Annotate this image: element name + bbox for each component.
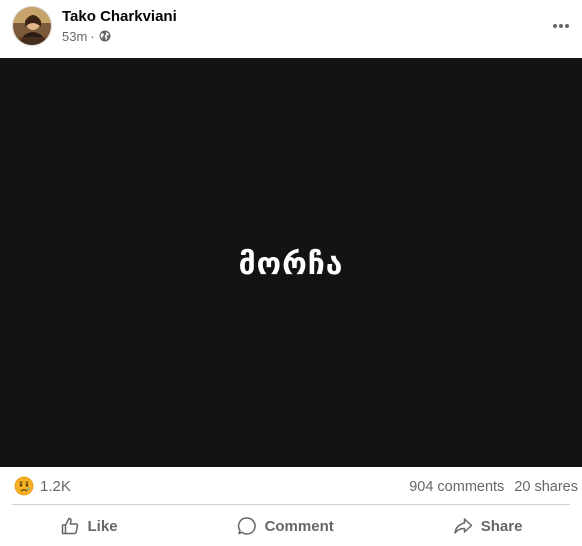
share-icon bbox=[453, 516, 473, 536]
post-header: Tako Charkviani 53m · bbox=[0, 0, 582, 58]
post-time[interactable]: 53m bbox=[62, 29, 87, 44]
post-card: Tako Charkviani 53m · მორჩა 1.2K 904 com… bbox=[0, 0, 582, 546]
post-actions: Like Comment Share bbox=[0, 506, 582, 546]
thumbs-up-icon bbox=[60, 516, 80, 536]
like-button[interactable]: Like bbox=[40, 510, 138, 542]
media-text: მორჩა bbox=[238, 247, 344, 282]
avatar[interactable] bbox=[12, 6, 52, 46]
ellipsis-icon bbox=[552, 16, 570, 34]
post-stats: 1.2K 904 comments 20 shares bbox=[0, 467, 582, 505]
shares-count[interactable]: 20 shares bbox=[514, 479, 578, 495]
like-label: Like bbox=[87, 517, 118, 535]
post-meta: 53m · bbox=[62, 28, 111, 44]
comment-button[interactable]: Comment bbox=[217, 510, 354, 542]
post-media[interactable]: მორჩა bbox=[0, 58, 582, 467]
comment-label: Comment bbox=[264, 517, 334, 535]
share-label: Share bbox=[480, 517, 523, 535]
share-button[interactable]: Share bbox=[433, 510, 543, 542]
sad-reaction-icon bbox=[14, 476, 34, 496]
divider bbox=[12, 504, 570, 505]
comments-count[interactable]: 904 comments bbox=[409, 479, 504, 495]
more-options-button[interactable] bbox=[546, 10, 576, 40]
globe-icon bbox=[99, 30, 111, 42]
meta-separator: · bbox=[90, 28, 95, 44]
reaction-summary[interactable]: 1.2K bbox=[14, 476, 71, 496]
comment-icon bbox=[237, 516, 257, 536]
engagement-counts: 904 comments 20 shares bbox=[409, 479, 578, 495]
reaction-count: 1.2K bbox=[40, 477, 71, 495]
author-name[interactable]: Tako Charkviani bbox=[62, 8, 177, 26]
